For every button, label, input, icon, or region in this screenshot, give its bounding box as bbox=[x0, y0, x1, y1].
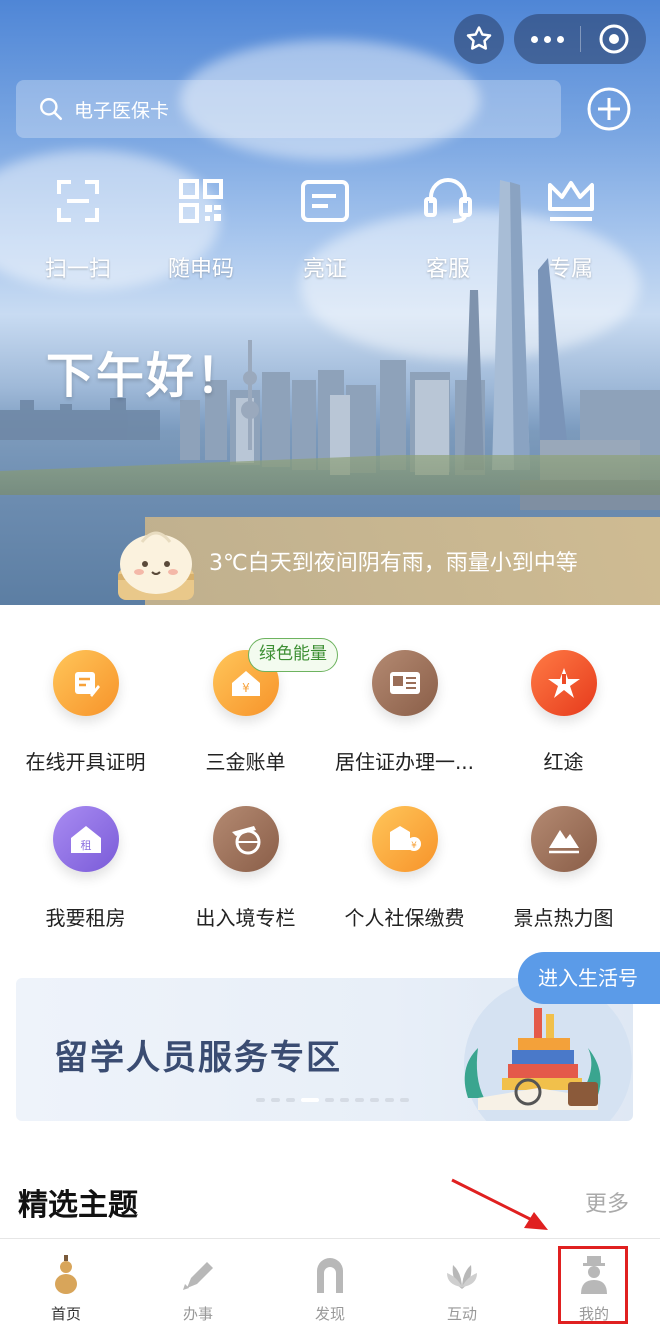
scan-icon bbox=[57, 180, 99, 222]
tab-affairs[interactable]: 办事 bbox=[132, 1239, 264, 1328]
quick-tool-qrcode[interactable]: 随申码 bbox=[149, 175, 253, 283]
tab-home[interactable]: 首页 bbox=[0, 1239, 132, 1328]
quick-tool-label: 随申码 bbox=[167, 257, 234, 282]
service-label: 在线开具证明 bbox=[25, 750, 146, 774]
search-icon bbox=[40, 98, 63, 121]
mountain-icon bbox=[530, 806, 597, 872]
svg-text:租: 租 bbox=[80, 839, 91, 852]
service-label: 我要租房 bbox=[45, 906, 126, 930]
weather-bar[interactable]: 3℃白天到夜间阴有雨，雨量小到中等 bbox=[145, 517, 660, 605]
tab-label: 首页 bbox=[50, 1305, 81, 1323]
magnolia-icon bbox=[447, 1265, 477, 1289]
add-button[interactable] bbox=[586, 86, 632, 132]
tab-label: 互动 bbox=[446, 1305, 477, 1323]
residence-card-icon bbox=[371, 650, 438, 716]
quick-tool-exclusive[interactable]: 专属 bbox=[519, 175, 623, 283]
service-label: 红途 bbox=[543, 750, 584, 774]
svg-text:¥: ¥ bbox=[411, 841, 417, 851]
service-rent-house[interactable]: 租 我要租房 bbox=[3, 806, 168, 931]
quick-tool-label: 亮证 bbox=[302, 257, 347, 282]
arch-icon bbox=[317, 1258, 343, 1293]
mini-program-capsule bbox=[514, 14, 646, 64]
service-scenic-heatmap[interactable]: 景点热力图 bbox=[481, 806, 646, 931]
xiaolongbao-mascot-icon bbox=[118, 531, 194, 600]
tab-label: 办事 bbox=[182, 1305, 213, 1323]
search-bar[interactable]: 电子医保卡 bbox=[16, 80, 561, 138]
service-label: 出入境专栏 bbox=[195, 906, 296, 930]
certificate-icon bbox=[52, 650, 119, 716]
quick-tool-service[interactable]: 客服 bbox=[396, 175, 500, 283]
quick-tool-card[interactable]: 亮证 bbox=[273, 175, 377, 283]
service-social-security-payment[interactable]: ¥ 个人社保缴费 bbox=[322, 806, 487, 931]
target-icon bbox=[599, 24, 628, 54]
quick-tool-label: 扫一扫 bbox=[44, 257, 111, 282]
qrcode-icon bbox=[179, 179, 223, 223]
quick-tool-label: 客服 bbox=[425, 257, 470, 282]
banner-title: 留学人员服务专区 bbox=[54, 1038, 342, 1078]
airplane-globe-icon bbox=[212, 806, 279, 872]
headset-icon bbox=[424, 178, 472, 223]
banner-pagination bbox=[256, 1098, 409, 1102]
tab-interact[interactable]: 互动 bbox=[396, 1239, 528, 1328]
search-placeholder: 电子医保卡 bbox=[74, 99, 170, 122]
tab-label: 发现 bbox=[314, 1305, 345, 1323]
annotation-highlight-box bbox=[558, 1246, 628, 1324]
card-icon bbox=[301, 180, 349, 222]
service-label: 居住证办理一... bbox=[334, 750, 475, 774]
more-link[interactable]: 更多 bbox=[585, 1186, 629, 1218]
red-star-icon bbox=[530, 650, 597, 716]
close-button[interactable] bbox=[581, 23, 646, 55]
service-residence-permit[interactable]: 居住证办理一... bbox=[322, 650, 487, 775]
more-button[interactable] bbox=[514, 35, 580, 43]
crown-icon bbox=[548, 181, 594, 221]
favorite-button[interactable] bbox=[454, 14, 504, 64]
rent-house-icon: 租 bbox=[52, 806, 119, 872]
greeting-text: 下午好！ bbox=[46, 348, 247, 404]
service-label: 个人社保缴费 bbox=[344, 906, 465, 930]
svg-text:¥: ¥ bbox=[242, 681, 250, 695]
tab-discover[interactable]: 发现 bbox=[264, 1239, 396, 1328]
enter-life-account-button[interactable]: 进入生活号 bbox=[518, 952, 660, 1004]
service-immigration[interactable]: 出入境专栏 bbox=[163, 806, 328, 931]
gourd-icon bbox=[55, 1255, 77, 1294]
section-title: 精选主题 bbox=[18, 1188, 138, 1223]
service-label: 景点热力图 bbox=[513, 906, 614, 930]
pen-icon bbox=[183, 1262, 213, 1290]
service-red-tour[interactable]: 红途 bbox=[481, 650, 646, 775]
quick-tool-scan[interactable]: 扫一扫 bbox=[26, 175, 130, 283]
weather-text: 3℃白天到夜间阴有雨，雨量小到中等 bbox=[209, 551, 578, 576]
service-online-certificate[interactable]: 在线开具证明 bbox=[3, 650, 168, 775]
service-label: 三金账单 bbox=[205, 750, 286, 774]
social-security-icon: ¥ bbox=[371, 806, 438, 872]
quick-tool-label: 专属 bbox=[548, 257, 593, 282]
star-icon bbox=[466, 26, 492, 50]
